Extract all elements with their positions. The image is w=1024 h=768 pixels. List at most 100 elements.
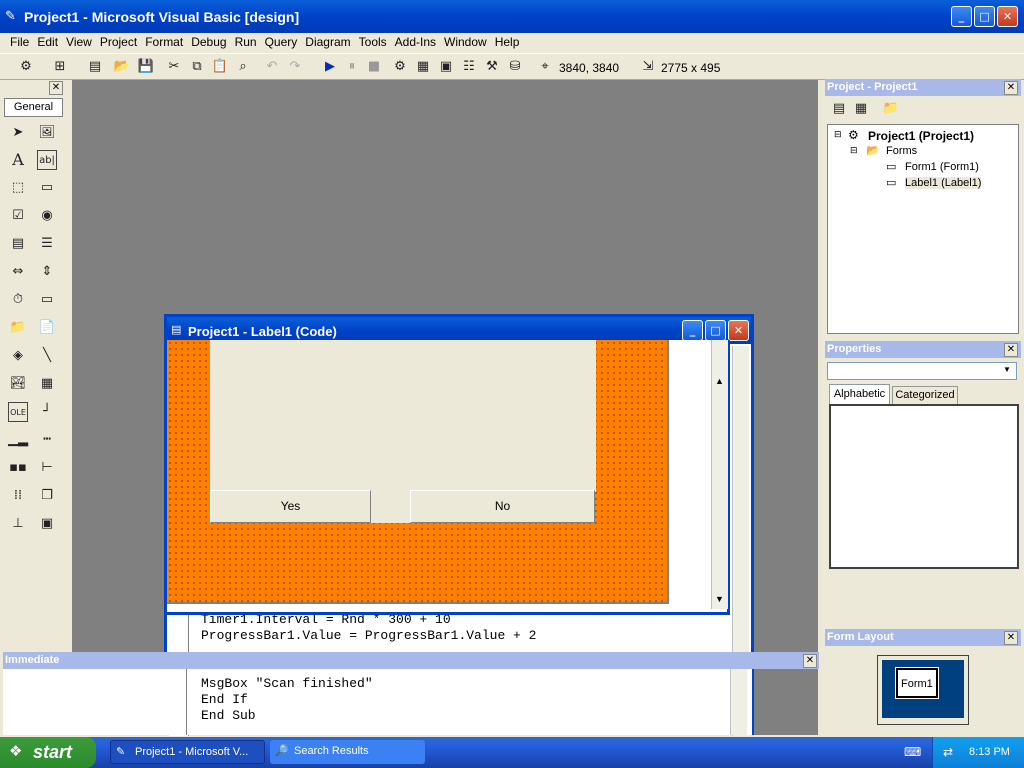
paste-icon[interactable]: 📋 xyxy=(210,57,230,77)
immediate-vscrollbar[interactable] xyxy=(730,669,747,735)
imagelist-tool-icon[interactable]: ⁞⁞ xyxy=(8,486,28,506)
network-tray-icon[interactable]: ⇄ xyxy=(943,745,953,759)
add-form-icon[interactable]: ⊞ xyxy=(50,57,70,77)
textbox-tool-icon[interactable]: ab| xyxy=(37,150,57,170)
form-designer-vscrollbar[interactable]: ▲ ▼ xyxy=(711,340,728,609)
menu-format[interactable]: Format xyxy=(141,33,187,51)
taskbar-item-search[interactable]: 🔎 Search Results xyxy=(270,740,425,764)
menu-view[interactable]: View xyxy=(62,33,96,51)
vscrollbar-tool-icon[interactable]: ⇕ xyxy=(37,262,57,282)
tabstrip-tool-icon[interactable]: ❐ xyxy=(37,486,57,506)
undo-icon[interactable]: ↶ xyxy=(262,57,282,77)
copy-icon[interactable]: ⧉ xyxy=(187,57,207,77)
code-window-close-button[interactable]: ✕ xyxy=(728,320,749,341)
tab-alphabetic[interactable]: Alphabetic xyxy=(829,384,890,404)
code-line[interactable]: ProgressBar1.Value = ProgressBar1.Value … xyxy=(201,628,536,643)
menu-debug[interactable]: Debug xyxy=(187,33,230,51)
timer-tool-icon[interactable]: ⏱ xyxy=(8,290,28,310)
listbox-tool-icon[interactable]: ☰ xyxy=(37,234,57,254)
form-inner-panel[interactable] xyxy=(210,340,596,492)
redo-icon[interactable]: ↷ xyxy=(285,57,305,77)
tab-categorized[interactable]: Categorized xyxy=(892,386,958,404)
project-explorer-close-button[interactable]: ✕ xyxy=(1004,81,1018,95)
view-object-icon[interactable]: ▦ xyxy=(851,99,871,119)
close-button[interactable]: ✕ xyxy=(997,6,1018,27)
properties-object-dropdown[interactable]: ▼ xyxy=(827,362,1017,380)
menu-diagram[interactable]: Diagram xyxy=(301,33,354,51)
optionbutton-tool-icon[interactable]: ◉ xyxy=(37,206,57,226)
object-browser-icon[interactable]: ☷ xyxy=(459,57,479,77)
save-icon[interactable]: 💾 xyxy=(136,57,156,77)
tree-collapse-icon[interactable]: ⊟ xyxy=(834,130,842,140)
break-icon[interactable]: ⏸ xyxy=(342,57,362,77)
ole-tool-icon[interactable]: OLE xyxy=(8,402,28,422)
menu-edit[interactable]: Edit xyxy=(33,33,62,51)
tree-project-root[interactable]: Project1 (Project1) xyxy=(868,129,974,143)
code-line[interactable]: MsgBox "Scan finished" xyxy=(201,676,373,691)
vb-app-icon[interactable]: ✎ xyxy=(5,9,16,24)
frame-tool-icon[interactable]: ⬚ xyxy=(8,178,28,198)
checkbox-tool-icon[interactable]: ☑ xyxy=(8,206,28,226)
tree-label1[interactable]: Label1 (Label1) xyxy=(905,177,982,189)
picturebox-tool-icon[interactable]: 🖼 xyxy=(37,123,57,143)
form-scroll-up-icon[interactable]: ▲ xyxy=(715,376,724,386)
maximize-button[interactable]: □ xyxy=(974,6,995,27)
start-button[interactable]: ❖ start xyxy=(0,737,96,768)
menu-run[interactable]: Run xyxy=(231,33,261,51)
slider-tool-icon[interactable]: ┅ xyxy=(37,430,57,450)
code-line[interactable]: End If xyxy=(201,692,248,707)
menu-editor-icon[interactable]: ▤ xyxy=(85,57,105,77)
end-icon[interactable]: ■ xyxy=(364,57,384,77)
properties-close-button[interactable]: ✕ xyxy=(1004,343,1018,357)
toggle-folders-icon[interactable]: 📁 xyxy=(881,99,901,119)
hscrollbar-tool-icon[interactable]: ⇔ xyxy=(8,262,28,282)
add-project-icon[interactable]: ⚙ xyxy=(16,57,36,77)
code-window-maximize-button[interactable]: □ xyxy=(705,320,726,341)
view-code-icon[interactable]: ▤ xyxy=(829,99,849,119)
listview-tool-icon[interactable]: ▣ xyxy=(37,514,57,534)
menu-query[interactable]: Query xyxy=(261,33,302,51)
data-tool-icon[interactable]: ▦ xyxy=(37,374,57,394)
treeview-tool-icon[interactable]: ⊢ xyxy=(37,458,57,478)
toolbar-tool-icon[interactable]: ⊥ xyxy=(8,514,28,534)
shape-tool-icon[interactable]: ◈ xyxy=(8,346,28,366)
chevron-down-icon[interactable]: ▼ xyxy=(1003,365,1011,374)
progressbar-tool-icon[interactable]: ▁▂ xyxy=(8,430,28,450)
toolbox-close-button[interactable]: ✕ xyxy=(49,81,63,95)
form-layout-form1[interactable]: Form1 xyxy=(895,667,939,699)
filelistbox-tool-icon[interactable]: 📄 xyxy=(37,318,57,338)
line-tool-icon[interactable]: ╲ xyxy=(37,346,57,366)
menu-file[interactable]: File xyxy=(6,33,33,51)
data-view-icon[interactable]: ⛁ xyxy=(505,57,525,77)
toolbox-icon[interactable]: ⚒ xyxy=(482,57,502,77)
properties-grid[interactable] xyxy=(829,404,1019,569)
minimize-button[interactable]: _ xyxy=(951,6,972,27)
find-icon[interactable]: ⌕ xyxy=(233,57,253,77)
form-layout-icon[interactable]: ▣ xyxy=(436,57,456,77)
menu-project[interactable]: Project xyxy=(96,33,141,51)
code-line[interactable]: End Sub xyxy=(201,708,256,723)
form-layout-close-button[interactable]: ✕ xyxy=(1004,631,1018,645)
image-tool-icon[interactable]: 🏞 xyxy=(8,374,28,394)
keyboard-tray-icon[interactable]: ⌨ xyxy=(904,745,921,759)
project-explorer-icon[interactable]: ⚙ xyxy=(390,57,410,77)
tree-forms-folder[interactable]: Forms xyxy=(886,145,917,157)
clock[interactable]: 8:13 PM xyxy=(969,746,1010,758)
open-icon[interactable]: 📂 xyxy=(112,57,132,77)
taskbar-item-vb[interactable]: ✎ Project1 - Microsoft V... xyxy=(110,740,265,764)
dirlistbox-tool-icon[interactable]: 📁 xyxy=(8,318,28,338)
menu-tools[interactable]: Tools xyxy=(355,33,391,51)
form-scroll-down-icon[interactable]: ▼ xyxy=(715,594,724,604)
menu-add-ins[interactable]: Add-Ins xyxy=(391,33,440,51)
label-tool-icon[interactable]: A xyxy=(8,150,28,170)
immediate-close-button[interactable]: ✕ xyxy=(803,654,817,668)
menu-window[interactable]: Window xyxy=(440,33,491,51)
start-icon[interactable]: ▶ xyxy=(320,57,340,77)
statusbar-tool-icon[interactable]: ▪▪ xyxy=(8,458,28,478)
code-window-minimize-button[interactable]: _ xyxy=(682,320,703,341)
no-button[interactable]: No xyxy=(410,490,595,523)
combobox-tool-icon[interactable]: ▤ xyxy=(8,234,28,254)
cut-icon[interactable]: ✂ xyxy=(164,57,184,77)
toolbox-general-tab[interactable]: General xyxy=(4,98,63,117)
pointer-tool-icon[interactable]: ➤ xyxy=(8,123,28,143)
